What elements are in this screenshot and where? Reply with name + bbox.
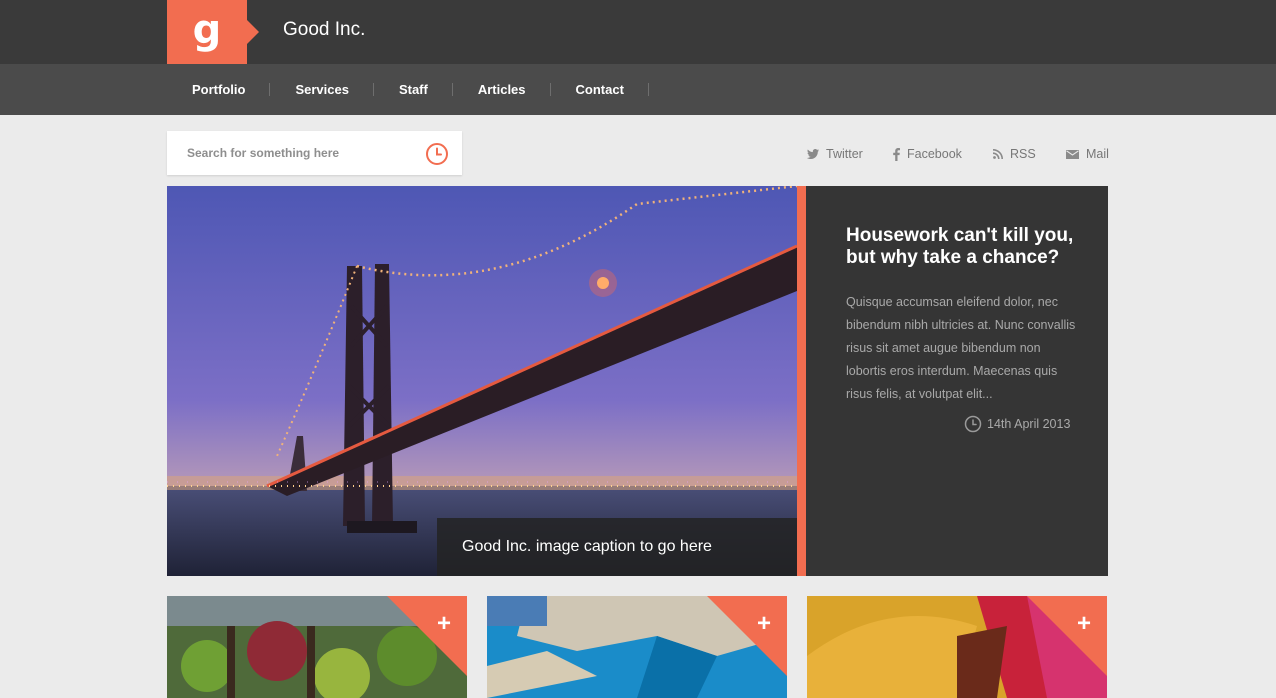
- social-facebook[interactable]: Facebook: [893, 145, 962, 163]
- hero-title[interactable]: Housework can't kill you, but why take a…: [846, 225, 1076, 269]
- social-twitter-label: Twitter: [826, 147, 863, 161]
- nav-item-services[interactable]: Services: [270, 64, 374, 115]
- hero-body: Quisque accumsan eleifend dolor, nec bib…: [846, 295, 1076, 401]
- social-twitter[interactable]: Twitter: [807, 145, 863, 163]
- social-facebook-label: Facebook: [907, 147, 962, 161]
- nav-list: Portfolio Services Staff Articles Contac…: [167, 64, 650, 115]
- nav-item-staff[interactable]: Staff: [374, 64, 453, 115]
- search-input[interactable]: [187, 131, 417, 175]
- social-rss[interactable]: RSS: [993, 145, 1036, 163]
- social-mail[interactable]: Mail: [1066, 145, 1109, 163]
- nav-item-articles[interactable]: Articles: [453, 64, 551, 115]
- facebook-icon: [893, 147, 900, 161]
- hero-accent-strip: [797, 186, 818, 576]
- hero-date: 14th April 2013: [964, 414, 1070, 434]
- search-box: [167, 131, 462, 175]
- rss-icon: [993, 149, 1003, 159]
- social-mail-label: Mail: [1086, 147, 1109, 161]
- hero-caption: Good Inc. image caption to go here: [437, 518, 797, 576]
- clock-icon: [964, 415, 982, 433]
- main-nav: Portfolio Services Staff Articles Contac…: [0, 64, 1276, 115]
- social-rss-label: RSS: [1010, 147, 1036, 161]
- nav-item-portfolio[interactable]: Portfolio: [167, 64, 271, 115]
- thumbnail-market[interactable]: +: [167, 596, 467, 698]
- plus-icon[interactable]: +: [757, 610, 771, 638]
- plus-icon[interactable]: +: [1077, 610, 1091, 638]
- nav-item-contact[interactable]: Contact: [551, 64, 650, 115]
- thumbnail-cove[interactable]: +: [487, 596, 787, 698]
- logo-letter: g: [192, 7, 222, 53]
- logo[interactable]: g: [167, 0, 259, 64]
- plus-icon[interactable]: +: [437, 610, 451, 638]
- thumbnail-colors[interactable]: +: [807, 596, 1107, 698]
- hero-date-text: 14th April 2013: [987, 417, 1071, 431]
- mail-icon: [1066, 149, 1079, 159]
- clock-icon[interactable]: [425, 142, 449, 166]
- twitter-icon: [807, 149, 819, 159]
- brand-name[interactable]: Good Inc.: [283, 18, 365, 42]
